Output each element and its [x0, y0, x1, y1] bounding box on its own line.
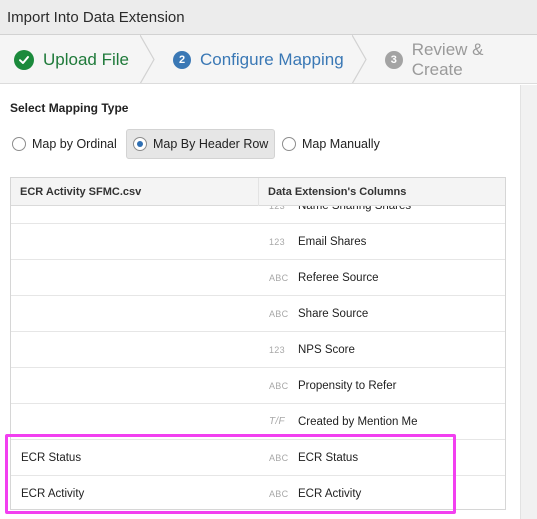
step-separator-icon [352, 35, 367, 83]
text-type-icon: ABC [269, 489, 289, 499]
table-row[interactable]: ABC Referee Source [11, 260, 505, 296]
text-type-icon: ABC [269, 273, 289, 283]
step-label: Upload File [43, 49, 129, 69]
table-row[interactable]: ECR Status ABC ECR Status [11, 440, 505, 476]
destination-column: ECR Activity [298, 488, 362, 500]
mapping-table: ECR Activity SFMC.csv Data Extension's C… [10, 177, 506, 510]
radio-map-by-ordinal[interactable]: Map by Ordinal [6, 129, 123, 159]
checkmark-icon [14, 49, 34, 70]
scrollbar[interactable] [520, 85, 537, 519]
destination-column: Created by Mention Me [298, 416, 418, 428]
radio-map-manually[interactable]: Map Manually [276, 129, 386, 159]
section-title: Select Mapping Type [10, 101, 129, 115]
step-label: Review & Create [411, 39, 484, 79]
table-row[interactable]: 123 NPS Score [11, 332, 505, 368]
number-type-icon: 123 [269, 237, 285, 247]
destination-column: Referee Source [298, 272, 379, 284]
radio-button[interactable] [133, 137, 147, 151]
step-label: Configure Mapping [200, 49, 344, 69]
radio-label: Map by Ordinal [32, 137, 117, 151]
source-column[interactable]: ECR Status [21, 440, 81, 476]
radio-button[interactable] [282, 137, 296, 151]
destination-column: ECR Status [298, 452, 359, 464]
column-header-destination: Data Extension's Columns [268, 186, 407, 198]
table-row[interactable]: 123 Name Sharing Shares [11, 206, 505, 224]
wizard-steps: Upload File 2 Configure Mapping 3 Review… [0, 35, 537, 84]
number-type-icon: 123 [269, 206, 285, 211]
table-row[interactable]: ABC Propensity to Refer [11, 368, 505, 404]
step-number-badge: 3 [385, 50, 403, 69]
destination-column: Propensity to Refer [298, 380, 397, 392]
radio-map-by-header-row[interactable]: Map By Header Row [126, 129, 276, 159]
text-type-icon: ABC [269, 381, 289, 391]
source-column[interactable]: ECR Activity [21, 476, 84, 509]
step-separator-icon [140, 35, 155, 83]
destination-column: Email Shares [298, 236, 367, 248]
number-type-icon: 123 [269, 345, 285, 355]
dialog-title: Import Into Data Extension [0, 0, 537, 35]
boolean-type-icon: T/F [269, 416, 285, 427]
step-upload-file[interactable]: Upload File [14, 35, 129, 83]
step-number-badge: 2 [173, 50, 191, 69]
table-row[interactable]: 123 Email Shares [11, 224, 505, 260]
destination-column: NPS Score [298, 344, 355, 356]
table-header: ECR Activity SFMC.csv Data Extension's C… [11, 178, 505, 206]
table-body[interactable]: 123 Name Sharing Shares 123 Email Shares… [11, 206, 505, 509]
table-row[interactable]: T/F Created by Mention Me [11, 404, 505, 440]
radio-label: Map Manually [302, 137, 380, 151]
table-row[interactable]: ECR Activity ABC ECR Activity [11, 476, 505, 509]
step-review-create[interactable]: 3 Review & Create [385, 35, 537, 83]
radio-label: Map By Header Row [153, 137, 269, 151]
text-type-icon: ABC [269, 309, 289, 319]
column-header-source: ECR Activity SFMC.csv [20, 186, 142, 198]
text-type-icon: ABC [269, 453, 289, 463]
destination-column: Share Source [298, 308, 369, 320]
destination-column: Name Sharing Shares [298, 206, 412, 212]
table-row[interactable]: ABC Share Source [11, 296, 505, 332]
step-configure-mapping[interactable]: 2 Configure Mapping [173, 35, 344, 83]
radio-button[interactable] [12, 137, 26, 151]
